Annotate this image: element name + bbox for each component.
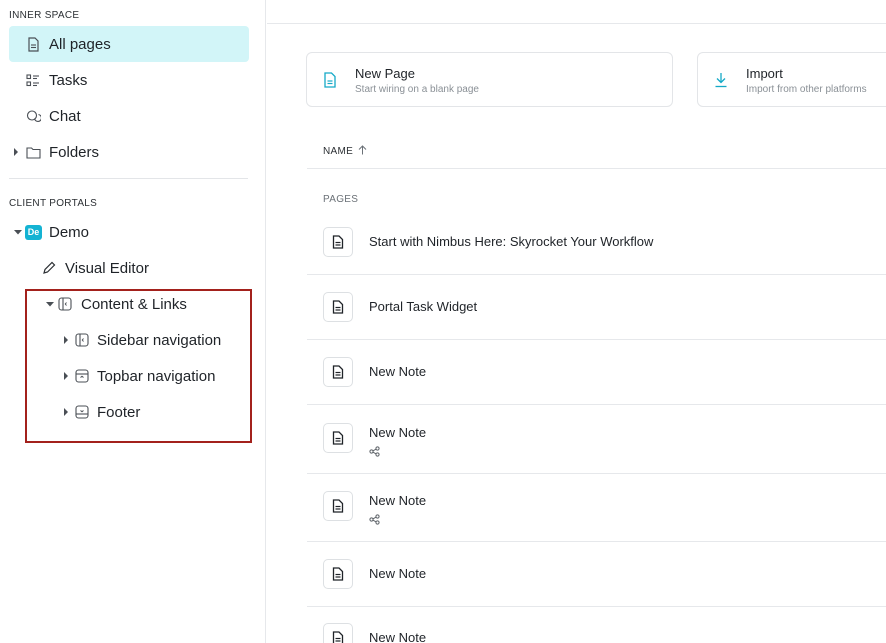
sidebar-item-visual-editor[interactable]: Visual Editor	[41, 250, 149, 286]
name-column-header[interactable]: NAME	[323, 145, 367, 158]
row-divider	[307, 541, 886, 542]
header-divider	[307, 168, 886, 169]
sidebar-item-folders[interactable]: Folders	[11, 134, 99, 170]
share-icon	[369, 512, 380, 525]
sort-ascending-icon	[358, 145, 367, 158]
sidebar-divider	[9, 178, 248, 179]
card-title: Import	[746, 66, 783, 81]
page-row-title[interactable]: Portal Task Widget	[369, 299, 477, 314]
topbar-divider	[267, 23, 886, 24]
page-document-icon	[323, 559, 353, 589]
caret-right-icon[interactable]	[11, 147, 21, 157]
page-document-icon	[323, 491, 353, 521]
caret-down-icon[interactable]	[13, 227, 23, 237]
page-row-title[interactable]: New Note	[369, 425, 426, 440]
document-icon	[323, 72, 337, 88]
task-list-icon	[25, 72, 41, 88]
card-subtitle: Import from other platforms	[746, 84, 867, 95]
share-icon	[369, 444, 380, 457]
page-document-icon	[323, 227, 353, 257]
row-divider	[307, 339, 886, 340]
highlight-annotation-box	[25, 289, 252, 443]
page-document-icon	[323, 423, 353, 453]
pencil-icon	[41, 260, 57, 276]
row-divider	[307, 606, 886, 607]
page-row-title[interactable]: New Note	[369, 493, 426, 508]
client-portals-label: CLIENT PORTALS	[9, 198, 98, 209]
column-header-label: NAME	[323, 146, 354, 157]
pages-group-label: PAGES	[323, 194, 359, 205]
sidebar-item-label: Folders	[49, 143, 100, 161]
folder-icon	[25, 144, 41, 160]
import-card[interactable]: Import Import from other platforms	[697, 52, 886, 107]
download-icon	[714, 72, 728, 88]
inner-space-label: INNER SPACE	[9, 10, 80, 21]
sidebar: INNER SPACE All pages Tasks Chat Folders…	[0, 0, 266, 643]
sidebar-item-label: Chat	[49, 107, 81, 125]
new-page-card[interactable]: New Page Start wiring on a blank page	[306, 52, 673, 107]
portal-badge: De	[25, 224, 42, 240]
portal-name: Demo	[49, 223, 90, 241]
row-divider	[307, 404, 886, 405]
page-row-title[interactable]: New Note	[369, 364, 426, 379]
sidebar-item-all-pages[interactable]: All pages	[9, 26, 249, 62]
sidebar-item-label: Tasks	[49, 71, 88, 89]
page-row-title[interactable]: Start with Nimbus Here: Skyrocket Your W…	[369, 234, 653, 249]
card-subtitle: Start wiring on a blank page	[355, 84, 479, 95]
page-document-icon	[323, 357, 353, 387]
document-icon	[25, 36, 41, 52]
page-document-icon	[323, 292, 353, 322]
page-row-title[interactable]: New Note	[369, 630, 426, 643]
sidebar-item-label: Visual Editor	[65, 259, 149, 277]
sidebar-item-tasks[interactable]: Tasks	[25, 62, 87, 98]
page-row-title[interactable]: New Note	[369, 566, 426, 581]
row-divider	[307, 274, 886, 275]
sidebar-item-chat[interactable]: Chat	[25, 98, 81, 134]
sidebar-item-label: All pages	[49, 35, 111, 53]
row-divider	[307, 473, 886, 474]
sidebar-item-demo-portal[interactable]: De Demo	[13, 214, 89, 250]
card-title: New Page	[355, 66, 415, 81]
chat-icon	[25, 108, 41, 124]
page-document-icon	[323, 623, 353, 643]
